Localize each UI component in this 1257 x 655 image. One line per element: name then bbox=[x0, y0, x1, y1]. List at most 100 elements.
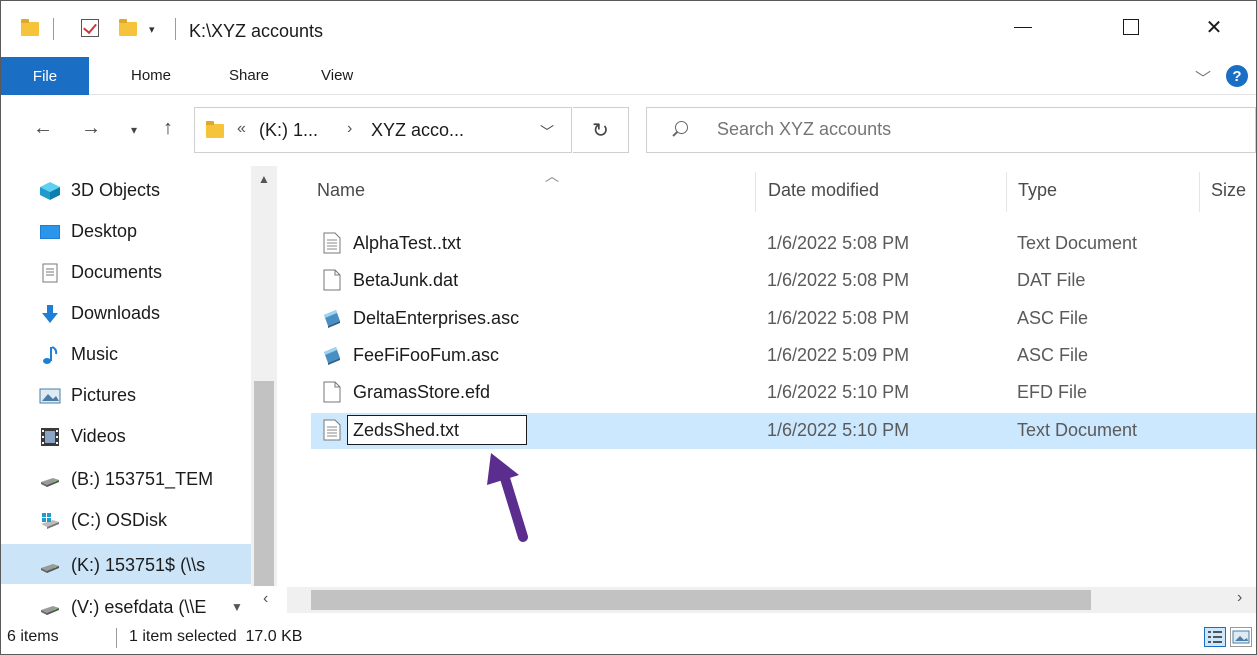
scroll-left-arrow-icon[interactable]: ‹ bbox=[263, 590, 268, 608]
file-type: DAT File bbox=[1017, 270, 1086, 290]
search-input[interactable] bbox=[717, 119, 1237, 140]
window-title: K:\XYZ accounts bbox=[189, 21, 324, 41]
rename-input[interactable] bbox=[347, 415, 527, 445]
table-row[interactable]: GramasStore.efd 1/6/2022 5:10 PM EFD Fil… bbox=[311, 375, 1256, 411]
sidebar-item-label: Music bbox=[71, 344, 119, 364]
large-icons-view-button[interactable] bbox=[1230, 627, 1252, 647]
tab-view[interactable]: View bbox=[321, 67, 353, 84]
breadcrumb-overflow[interactable]: « bbox=[237, 120, 246, 138]
scroll-up-arrow-icon[interactable]: ▲ bbox=[258, 172, 270, 186]
minimize-button[interactable] bbox=[993, 9, 1053, 45]
sidebar-item-3d-objects[interactable]: 3D Objects bbox=[1, 171, 251, 209]
sidebar-item-label: (V:) esefdata (\\E bbox=[71, 597, 207, 617]
file-date: 1/6/2022 5:08 PM bbox=[767, 270, 910, 290]
tab-file[interactable]: File bbox=[1, 57, 89, 95]
table-row[interactable]: DeltaEnterprises.asc 1/6/2022 5:08 PM AS… bbox=[311, 301, 1256, 337]
file-type: Text Document bbox=[1017, 233, 1138, 253]
tab-share[interactable]: Share bbox=[229, 67, 269, 84]
up-arrow-icon[interactable]: ↑ bbox=[163, 117, 173, 140]
column-divider[interactable] bbox=[1199, 172, 1200, 212]
address-dropdown-chevron-icon[interactable]: ﹀ bbox=[540, 122, 554, 142]
maximize-button[interactable] bbox=[1101, 9, 1161, 45]
file-name: AlphaTest..txt bbox=[353, 233, 462, 253]
sidebar-item-pictures[interactable]: Pictures bbox=[1, 376, 251, 414]
large-icons-view-icon bbox=[1232, 630, 1250, 644]
sidebar-item-videos[interactable]: Videos bbox=[1, 417, 251, 455]
status-selection: 1 item selected 17.0 KB bbox=[129, 628, 303, 645]
navigation-bar: ← → ▾ ↑ « (K:) 1... › XYZ acco... ﹀ ↻ bbox=[1, 101, 1256, 161]
refresh-button[interactable]: ↻ bbox=[573, 107, 629, 153]
horizontal-scrollbar-thumb[interactable] bbox=[311, 590, 1091, 610]
sidebar-scrollbar[interactable]: ▲ bbox=[251, 166, 277, 586]
sidebar-item-downloads[interactable]: Downloads bbox=[1, 294, 251, 332]
file-name: BetaJunk.dat bbox=[353, 270, 459, 290]
expand-ribbon-chevron-icon[interactable]: ﹀ bbox=[1195, 65, 1211, 89]
breadcrumb-separator[interactable]: › bbox=[347, 120, 352, 138]
file-explorer-window: ▾ K:\XYZ accounts ✕ File Home Share View… bbox=[0, 0, 1257, 655]
details-view-button[interactable] bbox=[1204, 627, 1226, 647]
column-divider[interactable] bbox=[755, 172, 756, 212]
sidebar-item-label: (K:) 153751$ (\\s bbox=[71, 555, 206, 575]
file-name: GramasStore.efd bbox=[353, 382, 491, 402]
customize-toolbar-chevron-icon[interactable]: ▾ bbox=[149, 23, 155, 36]
help-icon[interactable]: ? bbox=[1226, 65, 1248, 87]
new-folder-icon[interactable] bbox=[119, 19, 137, 36]
forward-arrow-icon[interactable]: → bbox=[81, 117, 101, 140]
status-bar: 6 items 1 item selected 17.0 KB bbox=[1, 619, 1256, 654]
toolbar-divider bbox=[175, 18, 176, 40]
close-button[interactable]: ✕ bbox=[1184, 9, 1244, 45]
table-row[interactable]: BetaJunk.dat 1/6/2022 5:08 PM DAT File bbox=[311, 263, 1256, 299]
address-bar[interactable]: « (K:) 1... › XYZ acco... ﹀ bbox=[194, 107, 572, 153]
sidebar-item-desktop[interactable]: Desktop bbox=[1, 212, 251, 250]
sidebar-item-label: Videos bbox=[71, 426, 126, 446]
blank-file-icon bbox=[323, 381, 341, 403]
search-box[interactable] bbox=[646, 107, 1256, 153]
scroll-right-arrow-icon[interactable]: › bbox=[1237, 589, 1242, 607]
file-type: ASC File bbox=[1017, 308, 1089, 328]
sidebar-item-drive-k[interactable]: (K:) 153751$ (\\s bbox=[1, 544, 251, 584]
breadcrumb-drive[interactable]: (K:) 1... bbox=[259, 120, 318, 141]
address-folder-icon bbox=[206, 121, 224, 138]
table-row[interactable]: AlphaTest..txt 1/6/2022 5:08 PM Text Doc… bbox=[311, 226, 1256, 262]
toolbar-divider bbox=[53, 18, 54, 40]
blank-file-icon bbox=[323, 269, 341, 291]
sidebar-item-label: (B:) 153751_TEM bbox=[71, 469, 214, 489]
scroll-down-arrow-icon[interactable]: ▼ bbox=[231, 600, 243, 614]
sidebar-item-music[interactable]: Music bbox=[1, 335, 251, 373]
file-date: 1/6/2022 5:09 PM bbox=[767, 345, 910, 365]
column-header-date-modified[interactable]: Date modified bbox=[768, 180, 879, 201]
file-date: 1/6/2022 5:10 PM bbox=[767, 382, 910, 402]
recent-locations-chevron-icon[interactable]: ▾ bbox=[131, 123, 137, 137]
file-list: ︿ Name Date modified Type Size AlphaTest… bbox=[281, 166, 1256, 586]
sidebar-item-drive-b[interactable]: (B:) 153751_TEM bbox=[1, 460, 251, 498]
file-type: ASC File bbox=[1017, 345, 1089, 365]
column-divider[interactable] bbox=[1006, 172, 1007, 212]
tab-home[interactable]: Home bbox=[131, 67, 171, 84]
windows-drive-icon bbox=[41, 513, 59, 529]
asc-file-icon bbox=[324, 310, 340, 328]
film-icon bbox=[41, 428, 59, 446]
file-date: 1/6/2022 5:10 PM bbox=[767, 420, 910, 440]
file-name: DeltaEnterprises.asc bbox=[353, 308, 520, 328]
title-bar: ▾ K:\XYZ accounts ✕ bbox=[1, 1, 1256, 51]
network-drive-icon bbox=[41, 564, 59, 573]
properties-checkbox-icon[interactable] bbox=[81, 19, 99, 37]
column-header-type[interactable]: Type bbox=[1018, 180, 1057, 201]
sidebar-item-documents[interactable]: Documents bbox=[1, 253, 251, 291]
back-arrow-icon[interactable]: ← bbox=[33, 117, 53, 140]
maximize-icon bbox=[1123, 19, 1139, 35]
column-header-size[interactable]: Size bbox=[1211, 180, 1256, 201]
sidebar-scrollbar-thumb[interactable] bbox=[254, 381, 274, 586]
breadcrumb-current[interactable]: XYZ acco... bbox=[371, 120, 464, 141]
ribbon: File Home Share View ﹀ ? bbox=[1, 57, 1256, 95]
details-view-icon bbox=[1208, 631, 1222, 643]
file-date: 1/6/2022 5:08 PM bbox=[767, 308, 910, 328]
text-file-icon bbox=[323, 232, 341, 254]
table-row-selected[interactable]: 1/6/2022 5:10 PM Text Document bbox=[311, 413, 1256, 449]
table-row[interactable]: FeeFiFooFum.asc 1/6/2022 5:09 PM ASC Fil… bbox=[311, 338, 1256, 374]
horizontal-scrollbar[interactable]: › bbox=[287, 587, 1256, 613]
sidebar-item-label: Pictures bbox=[71, 385, 137, 405]
column-header-name[interactable]: Name bbox=[317, 180, 365, 201]
cube-3d-icon bbox=[40, 182, 60, 200]
sidebar-item-drive-c[interactable]: (C:) OSDisk bbox=[1, 501, 251, 539]
